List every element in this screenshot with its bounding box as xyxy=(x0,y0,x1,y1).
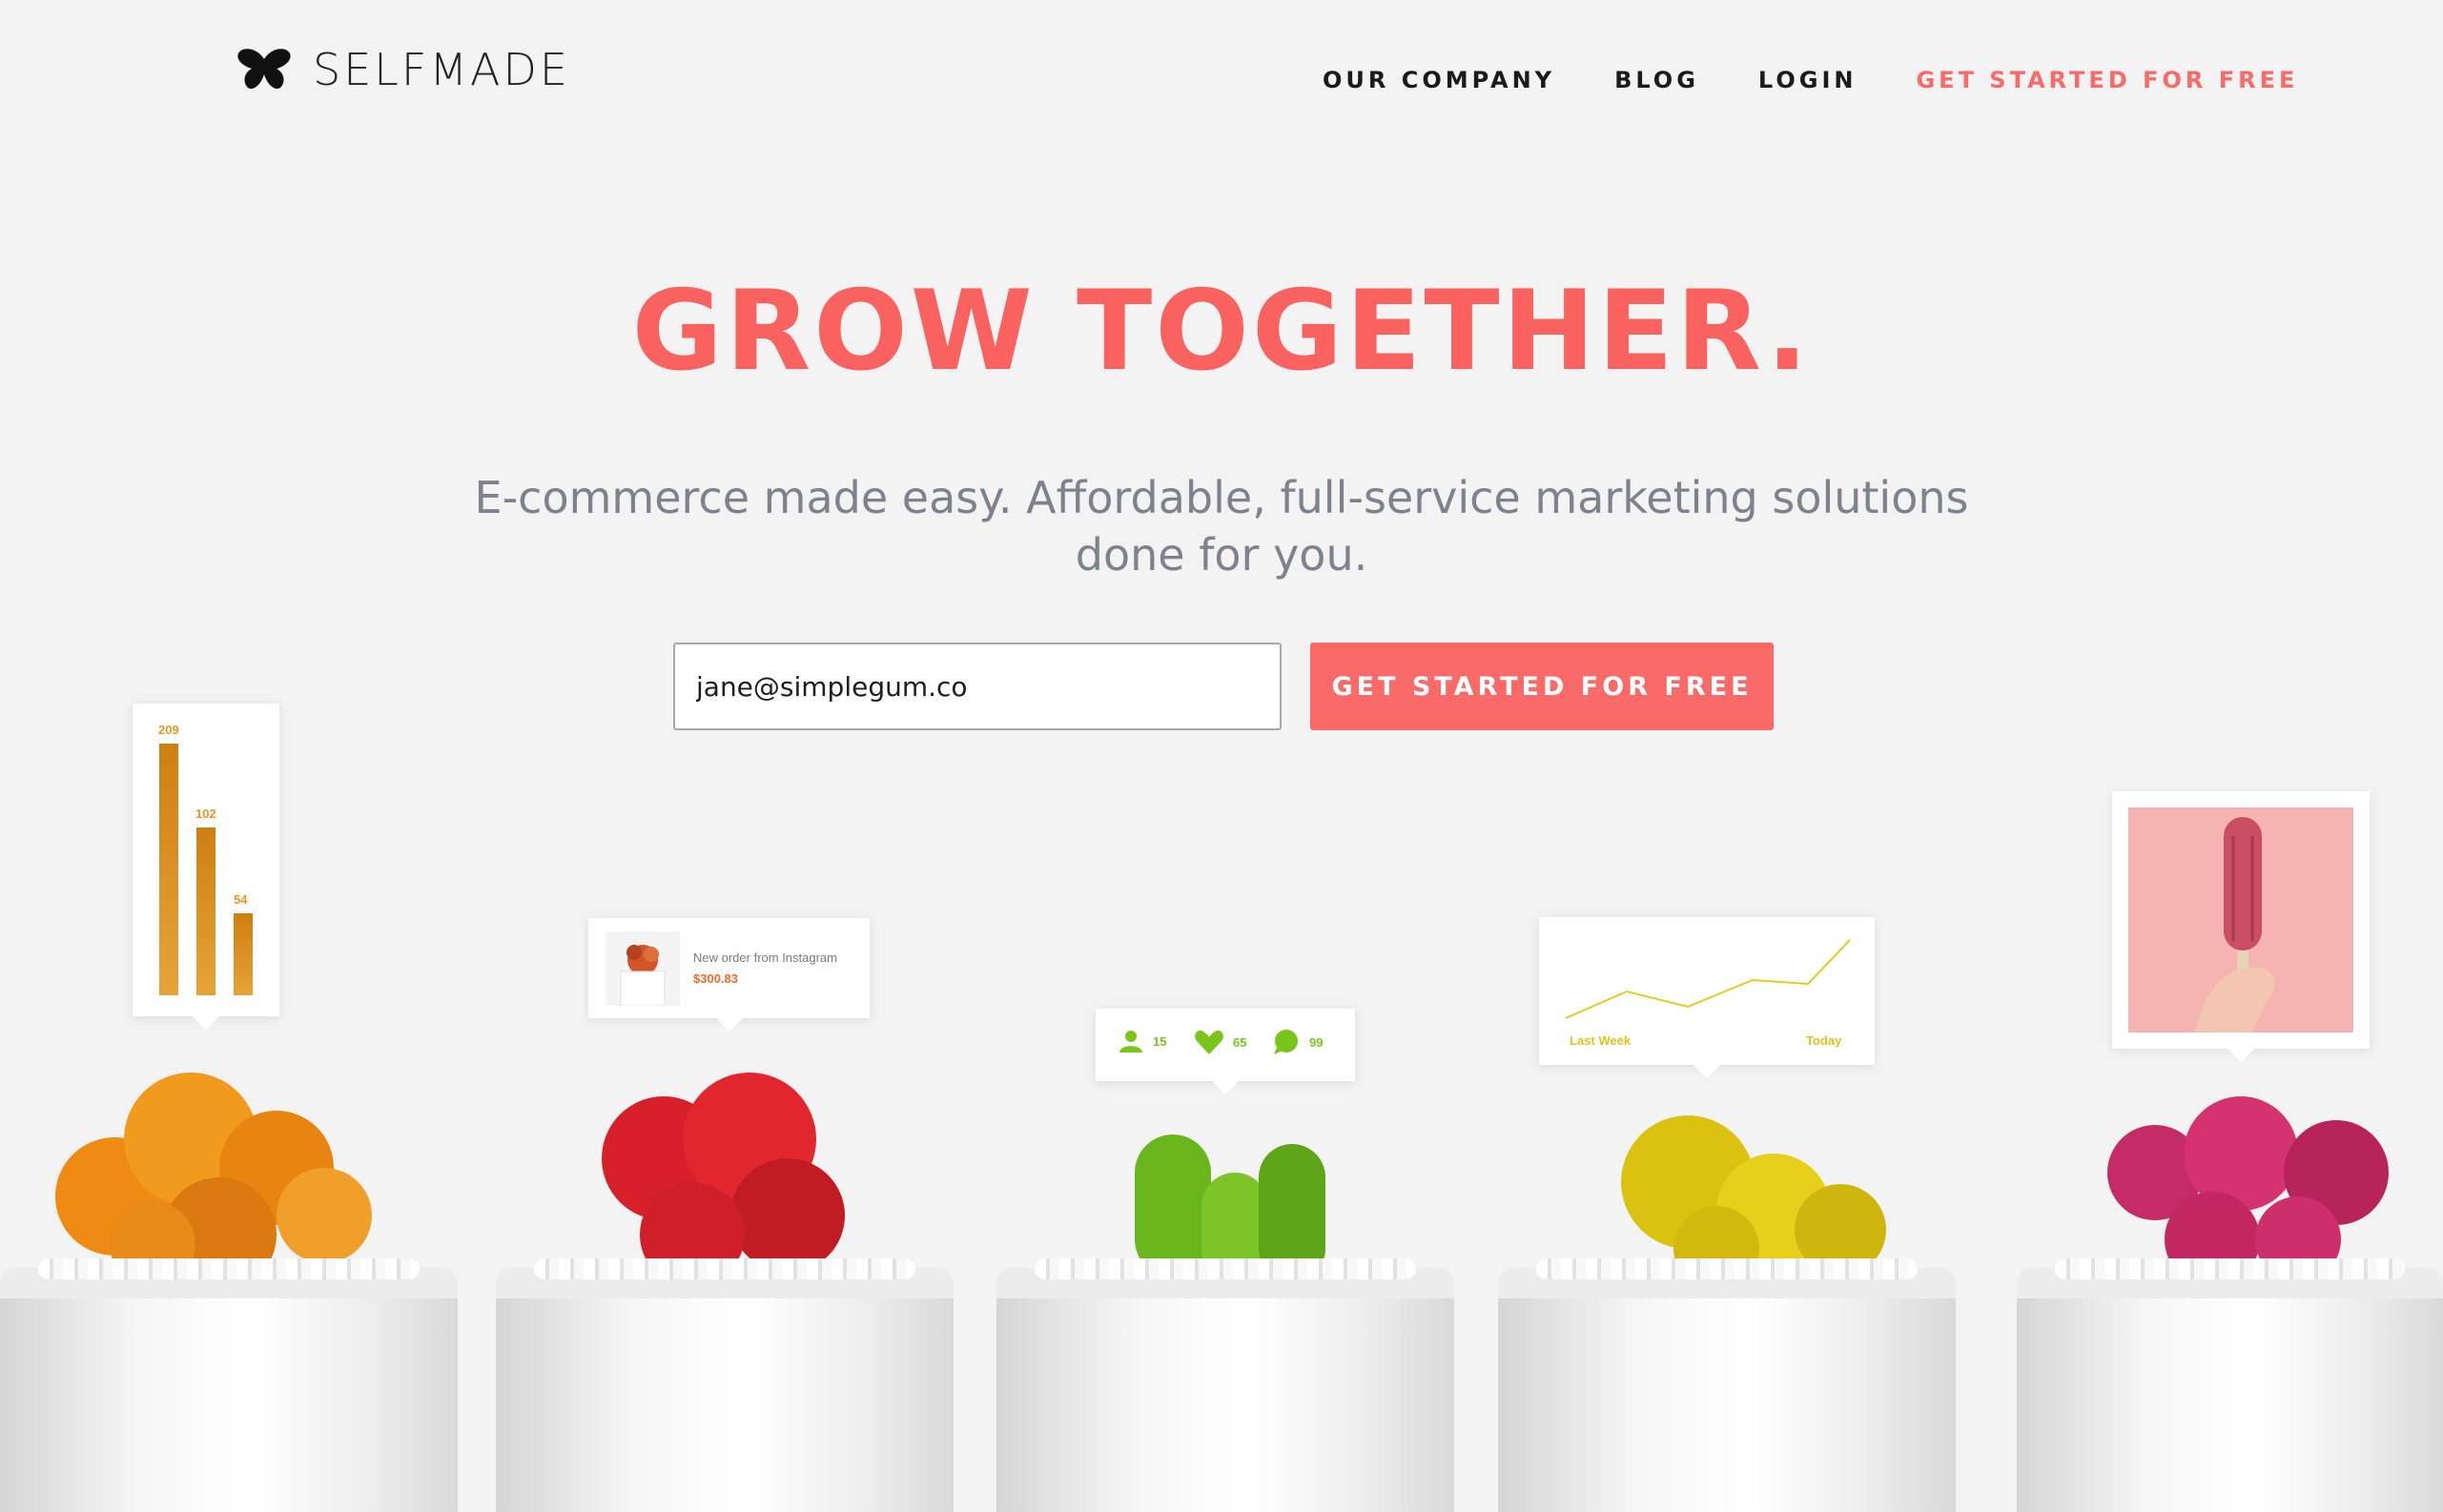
likes-count: 65 xyxy=(1233,1034,1247,1050)
hero-subtitle: E-commerce made easy. Affordable, full-s… xyxy=(474,472,1969,581)
comment-icon xyxy=(1274,1030,1298,1054)
bar-value-label: 209 xyxy=(158,723,179,737)
order-title: New order from Instagram xyxy=(693,950,837,965)
orange-pot xyxy=(0,1258,458,1512)
comments-stat: 99 xyxy=(1273,1030,1323,1054)
user-icon xyxy=(1119,1031,1142,1052)
nav-get-started-link[interactable]: GET STARTED FOR FREE xyxy=(1916,67,2298,93)
order-notification-card: New order from Instagram $300.83 xyxy=(588,918,870,1032)
orange-cactus xyxy=(48,1053,377,1282)
yellow-pot xyxy=(1498,1258,1956,1512)
red-cactus xyxy=(587,1053,854,1282)
red-pot xyxy=(496,1258,954,1512)
get-started-button[interactable]: GET STARTED FOR FREE xyxy=(1310,643,1774,730)
comments-count: 99 xyxy=(1309,1034,1324,1050)
order-thumbnail-icon xyxy=(606,931,680,1006)
trend-end-label: Today xyxy=(1806,1033,1842,1048)
bar-chart-card: 209 102 54 xyxy=(133,704,279,1030)
popsicle-photo xyxy=(2128,807,2353,1032)
magenta-pot xyxy=(2017,1258,2443,1512)
butterfly-icon xyxy=(237,49,291,90)
signup-form: GET STARTED FOR FREE xyxy=(673,643,1774,730)
order-amount: $300.83 xyxy=(693,971,738,986)
brand-logo[interactable]: SELFMADE xyxy=(236,44,570,95)
trend-line xyxy=(1566,939,1851,1019)
hero-headline: GROW TOGETHER. xyxy=(631,267,1812,396)
email-input[interactable] xyxy=(673,643,1282,730)
main-nav: OUR COMPANY BLOG LOGIN GET STARTED FOR F… xyxy=(1323,67,2298,93)
green-pot xyxy=(996,1258,1454,1512)
magenta-cactus xyxy=(2098,1087,2393,1287)
nav-our-company[interactable]: OUR COMPANY xyxy=(1323,67,1555,93)
nav-blog[interactable]: BLOG xyxy=(1614,67,1699,93)
bar xyxy=(159,744,178,995)
bar xyxy=(196,828,216,995)
bar xyxy=(234,913,253,995)
followers-stat: 15 xyxy=(1119,1030,1166,1052)
followers-count: 15 xyxy=(1153,1033,1167,1049)
likes-stat: 65 xyxy=(1195,1030,1246,1054)
brand-name: SELFMADE xyxy=(313,44,570,95)
bar-value-label: 102 xyxy=(195,807,216,821)
social-stats-card: 15 65 99 xyxy=(1096,1009,1355,1094)
nav-login[interactable]: LOGIN xyxy=(1758,67,1858,93)
photo-card xyxy=(2112,791,2370,1062)
heart-icon xyxy=(1195,1030,1223,1054)
trend-start-label: Last Week xyxy=(1570,1033,1632,1048)
bar-value-label: 54 xyxy=(234,892,248,907)
trend-chart-card: Last Week Today xyxy=(1539,917,1875,1078)
